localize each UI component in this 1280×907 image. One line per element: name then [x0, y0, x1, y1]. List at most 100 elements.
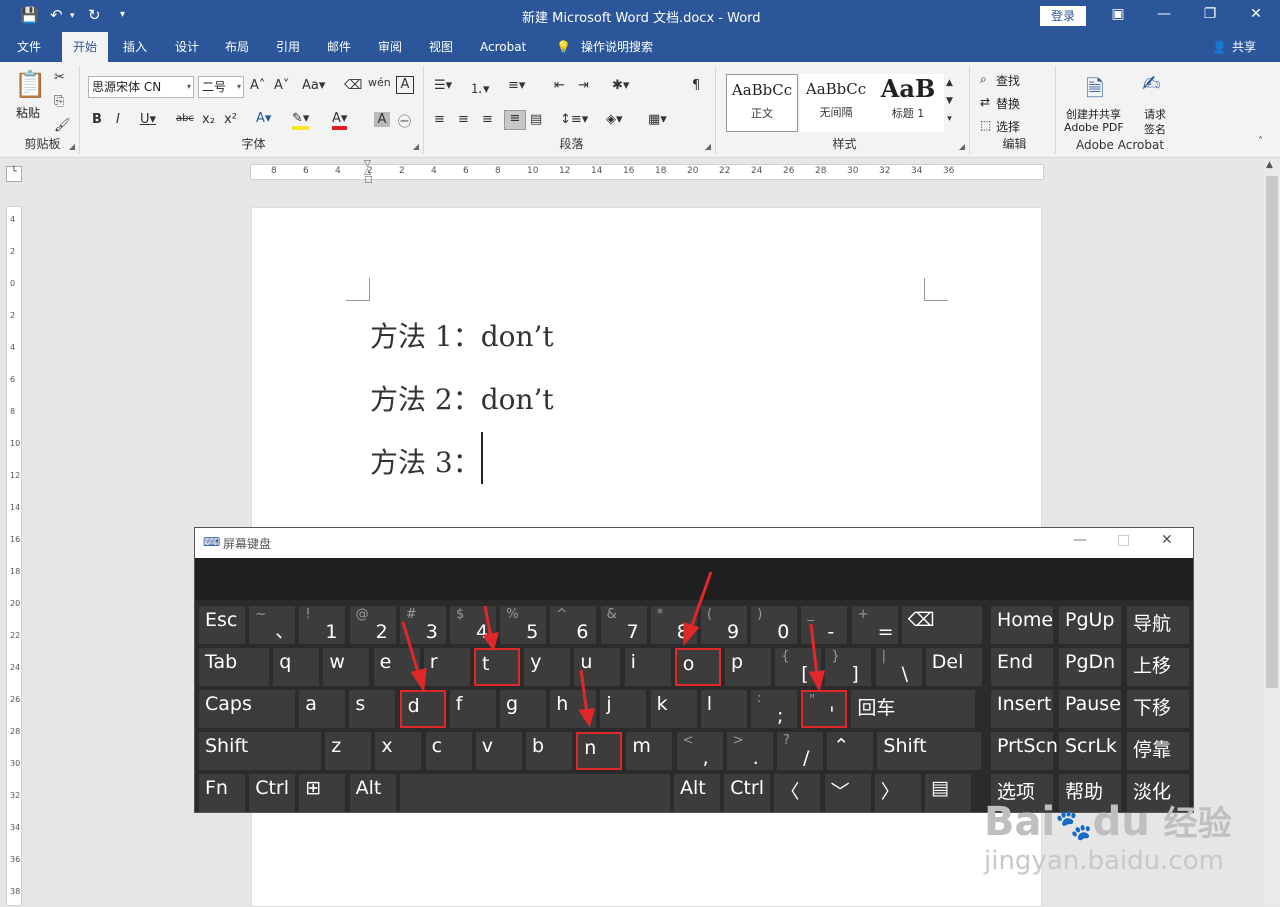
align-center-icon[interactable]: ≡	[458, 112, 469, 127]
paste-button[interactable]: 粘贴	[16, 104, 40, 121]
superscript-icon[interactable]: x²	[224, 112, 237, 127]
paste-icon[interactable]: 📋	[14, 70, 46, 100]
change-case-icon[interactable]: Aa▾	[302, 78, 325, 93]
share-button[interactable]: 共享	[1232, 32, 1256, 62]
replace-icon[interactable]: ⇄	[980, 95, 990, 109]
borders-icon[interactable]: ▦▾	[648, 112, 667, 127]
styles-scroll-icon[interactable]: ▲ ▼ ▾	[946, 74, 953, 128]
char-border-icon[interactable]: A	[396, 76, 414, 94]
italic-icon[interactable]: I	[116, 112, 120, 127]
clear-format-icon[interactable]: ⌫	[344, 78, 362, 93]
login-button[interactable]: 登录	[1040, 6, 1086, 26]
style-normal[interactable]: AaBbCc 正文	[726, 74, 798, 132]
phonetic-guide-icon[interactable]: wén	[368, 76, 391, 89]
create-pdf-icon[interactable]: 🗎	[1086, 72, 1104, 110]
copy-icon[interactable]: ⎘	[54, 94, 64, 109]
select-icon[interactable]: ⬚	[980, 118, 991, 132]
osk-arrows	[401, 571, 825, 728]
enclose-char-icon[interactable]: ㊀	[398, 111, 411, 130]
ruler-tick-label: 14	[591, 166, 603, 176]
align-left-icon[interactable]: ≡	[434, 112, 445, 127]
scroll-up-icon[interactable]: ▲	[1266, 160, 1273, 170]
tab-layout[interactable]: 布局	[225, 32, 249, 62]
multilevel-list-icon[interactable]: ≡▾	[508, 78, 525, 93]
text-effects-icon[interactable]: A▾	[256, 111, 271, 126]
find-button[interactable]: 查找	[996, 72, 1020, 89]
ruler-tick-label: 8	[271, 166, 277, 176]
styles-label: 样式	[832, 137, 857, 151]
redo-icon[interactable]: ↻	[88, 6, 101, 24]
create-pdf-label[interactable]: 创建并共享	[1066, 106, 1121, 122]
style-heading-1[interactable]: AaB 标题 1	[872, 74, 944, 132]
tab-review[interactable]: 审阅	[378, 32, 402, 62]
cut-icon[interactable]: ✂	[54, 70, 65, 85]
tab-insert[interactable]: 插入	[123, 32, 147, 62]
ruler-tick-label: 6	[463, 166, 469, 176]
vertical-ruler[interactable]: 4 2 0 2 4 6 8 10 12 14 16 18 20 22 24 26 28 30 32 34 36 38	[6, 206, 22, 906]
align-right-icon[interactable]: ≡	[482, 112, 493, 127]
bold-icon[interactable]: B	[92, 112, 102, 127]
format-painter-icon[interactable]: 🖌	[54, 118, 71, 133]
bullets-icon[interactable]: ☰▾	[434, 78, 452, 93]
tab-file[interactable]: 文件	[17, 32, 41, 62]
show-marks-icon[interactable]: ¶	[692, 78, 700, 93]
create-pdf-label-2[interactable]: Adobe PDF	[1064, 121, 1124, 134]
paw-icon: 🐾	[1055, 808, 1093, 843]
ruler-tick-label: 36	[10, 855, 21, 864]
tab-selector-icon[interactable]: └	[6, 166, 22, 182]
tab-home[interactable]: 开始	[62, 32, 109, 62]
select-button[interactable]: 选择	[996, 118, 1020, 135]
numbering-icon[interactable]: ⒈▾	[470, 78, 490, 97]
ruler-tick-label: 16	[623, 166, 635, 176]
chinese-layout-icon[interactable]: ✱▾	[612, 78, 629, 93]
indent-marker-icon[interactable]: ▽ △ □	[364, 160, 374, 186]
ribbon-display-icon[interactable]: ▣	[1108, 6, 1128, 22]
font-name-combo[interactable]: 思源宋体 CN ▾	[88, 76, 194, 98]
char-shading-icon[interactable]: A	[374, 112, 390, 127]
underline-icon[interactable]: U▾	[140, 112, 156, 127]
tab-mailings[interactable]: 邮件	[327, 32, 351, 62]
subscript-icon[interactable]: x₂	[202, 112, 215, 127]
request-sign-icon[interactable]: ✍	[1142, 72, 1160, 97]
customize-icon[interactable]: ▾	[120, 9, 125, 20]
doc-line-3[interactable]: 方法 3：	[370, 441, 481, 481]
tab-acrobat[interactable]: Acrobat	[480, 32, 526, 62]
doc-line-1[interactable]: 方法 1：don’t	[370, 315, 554, 355]
font-launcher-icon[interactable]: ◢	[413, 142, 419, 151]
tab-view[interactable]: 视图	[429, 32, 453, 62]
shading-icon[interactable]: ◈▾	[606, 112, 623, 127]
collapse-ribbon-icon[interactable]: ˄	[1258, 136, 1263, 147]
strikethrough-icon[interactable]: abc	[176, 113, 194, 124]
justify-icon[interactable]: ≡	[504, 110, 526, 130]
close-icon[interactable]: ✕	[1246, 6, 1266, 22]
styles-launcher-icon[interactable]: ◢	[959, 142, 965, 151]
highlight-icon[interactable]: ✎▾	[292, 111, 310, 130]
style-no-spacing[interactable]: AaBbCc 无间隔	[800, 74, 872, 132]
distributed-icon[interactable]: ▤	[530, 112, 542, 127]
user-icon[interactable]: 👤	[1212, 32, 1227, 62]
find-icon[interactable]: ⌕	[980, 72, 987, 87]
doc-line-2[interactable]: 方法 2：don’t	[370, 378, 554, 418]
increase-indent-icon[interactable]: ⇥	[578, 78, 589, 93]
minimize-icon[interactable]: —	[1154, 6, 1174, 22]
request-sign-label-2[interactable]: 签名	[1144, 121, 1166, 137]
paragraph-launcher-icon[interactable]: ◢	[705, 142, 711, 151]
font-color-icon[interactable]: A▾	[332, 111, 348, 130]
lightbulb-icon[interactable]: 💡	[556, 32, 571, 62]
shrink-font-icon[interactable]: A˅	[274, 78, 289, 93]
maximize-icon[interactable]: ❐	[1200, 6, 1220, 22]
grow-font-icon[interactable]: A˄	[250, 78, 265, 93]
tell-me-search[interactable]: 操作说明搜索	[581, 32, 653, 62]
undo-dropdown-icon[interactable]: ▾	[70, 11, 75, 21]
scrollbar-thumb[interactable]	[1266, 176, 1278, 688]
tab-references[interactable]: 引用	[276, 32, 300, 62]
request-sign-label[interactable]: 请求	[1144, 106, 1166, 122]
line-spacing-icon[interactable]: ↕≡▾	[560, 112, 588, 127]
clipboard-launcher-icon[interactable]: ◢	[69, 142, 75, 151]
undo-icon[interactable]: ↶	[50, 6, 63, 24]
save-icon[interactable]: 💾	[20, 6, 39, 24]
font-size-combo[interactable]: 二号 ▾	[198, 76, 244, 98]
replace-button[interactable]: 替换	[996, 95, 1020, 112]
decrease-indent-icon[interactable]: ⇤	[554, 78, 565, 93]
tab-design[interactable]: 设计	[175, 32, 199, 62]
